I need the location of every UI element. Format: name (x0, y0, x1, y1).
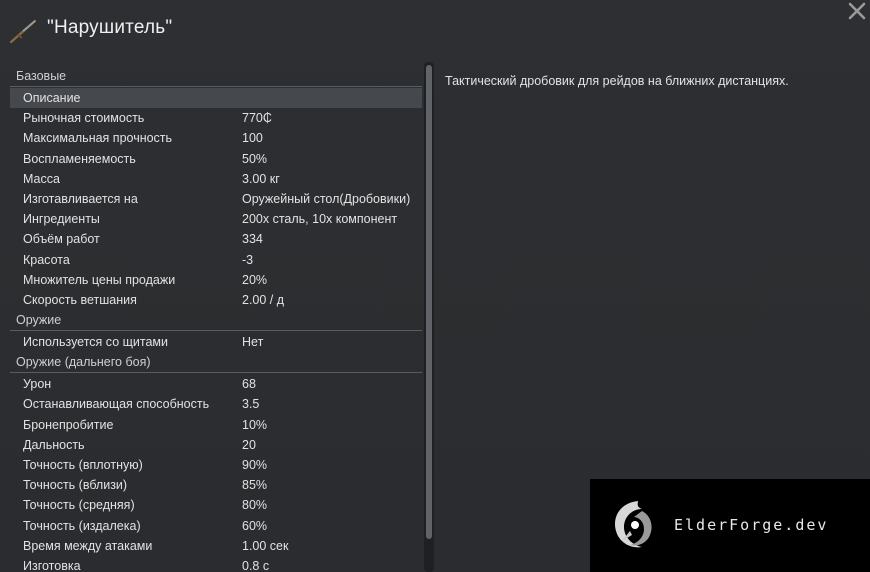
stat-value: 2.00 / д (242, 292, 285, 307)
stat-row[interactable]: Красота -3 (10, 250, 422, 270)
stat-value: 770₵ (242, 111, 272, 126)
stat-value: 85% (242, 478, 268, 493)
item-description: Тактический дробовик для рейдов на ближн… (445, 74, 789, 88)
stat-row[interactable]: Точность (издалека) 60% (10, 516, 422, 536)
dragon-logo-icon (614, 501, 652, 548)
stat-value: 20 (242, 437, 256, 452)
stat-row[interactable]: Бронепробитие 10% (10, 415, 422, 435)
stat-value: 80% (242, 498, 268, 513)
stat-row[interactable]: Максимальная прочность 100 (10, 128, 422, 148)
stat-label: Скорость ветшания (23, 292, 137, 307)
stat-label: Максимальная прочность (23, 131, 173, 146)
stat-value: 20% (242, 272, 268, 287)
stat-label: Точность (вблизи) (23, 478, 128, 493)
stat-value: 50% (242, 151, 268, 166)
stat-label: Точность (средняя) (23, 498, 135, 513)
stat-row-description[interactable]: Описание (10, 88, 422, 109)
stat-label: Изготовка (23, 558, 81, 572)
window-header: "Нарушитель" (0, 0, 870, 60)
stat-row[interactable]: Время между атаками 1.00 сек (10, 536, 422, 556)
stat-row[interactable]: Множитель цены продажи 20% (10, 270, 422, 290)
stat-row[interactable]: Ингредиенты 200x сталь, 10x компонент (10, 209, 422, 229)
stat-label: Останавливающая способность (23, 397, 210, 412)
stat-row[interactable]: Воспламеняемость 50% (10, 149, 422, 169)
stat-value: 200x сталь, 10x компонент (242, 212, 398, 227)
stat-row[interactable]: Объём работ 334 (10, 229, 422, 249)
stat-value: 0.8 с (242, 558, 270, 572)
stat-label: Рыночная стоимость (23, 111, 145, 126)
stat-value: Нет (242, 335, 264, 350)
stat-label: Воспламеняемость (23, 151, 136, 166)
stat-row[interactable]: Останавливающая способность 3.5 (10, 394, 422, 414)
stat-value: 10% (242, 417, 268, 432)
stat-value: 68 (242, 377, 256, 392)
stat-label: Множитель цены продажи (23, 272, 176, 287)
item-title: "Нарушитель" (47, 17, 173, 38)
stat-row[interactable]: Урон 68 (10, 374, 422, 394)
stat-label: Используется со щитами (23, 335, 168, 350)
close-icon[interactable] (846, 0, 868, 22)
stat-row[interactable]: Рыночная стоимость 770₵ (10, 108, 422, 128)
stat-label: Описание (23, 91, 81, 105)
category-header: Оружие (дальнего боя) (10, 352, 422, 374)
watermark-text: ElderForge.dev (674, 516, 829, 534)
stat-row[interactable]: Скорость ветшания 2.00 / д (10, 290, 422, 310)
category-header: Базовые (10, 66, 422, 87)
stat-value: Оружейный стол(Дробовики) (242, 191, 411, 206)
category-header: Оружие (10, 310, 422, 332)
stat-label: Время между атаками (23, 538, 153, 553)
stat-value: 100 (242, 131, 263, 146)
watermark: ElderForge.dev (590, 479, 870, 572)
stat-label: Изготавливается на (23, 191, 138, 206)
stat-label: Точность (вплотную) (23, 458, 143, 472)
stat-label: Точность (издалека) (23, 518, 141, 533)
stat-value: 1.00 сек (242, 538, 289, 553)
stat-value: 3.5 (242, 397, 260, 412)
stat-value: 334 (242, 232, 263, 247)
scrollbar-thumb[interactable] (426, 65, 432, 539)
stat-row[interactable]: Масса 3.00 кг (10, 169, 422, 189)
stat-label: Объём работ (23, 232, 100, 247)
stat-row[interactable]: Точность (вплотную) 90% (10, 455, 422, 475)
stat-row[interactable]: Дальность 20 (10, 435, 422, 455)
stat-row[interactable]: Точность (вблизи) 85% (10, 475, 422, 495)
stat-value: 60% (242, 518, 268, 533)
stat-label: Урон (23, 377, 52, 392)
stat-value: -3 (242, 252, 254, 267)
stat-label: Масса (23, 171, 60, 186)
stat-label: Красота (23, 252, 70, 267)
stat-row[interactable]: Изготовка 0.8 с (10, 556, 422, 572)
stat-row[interactable]: Точность (средняя) 80% (10, 495, 422, 515)
stat-label: Ингредиенты (23, 212, 100, 227)
stat-row[interactable]: Изготавливается на Оружейный стол(Дробови… (10, 189, 422, 209)
stat-value: 3.00 кг (242, 171, 280, 186)
stat-label: Бронепробитие (23, 417, 114, 432)
stat-row[interactable]: Используется со щитами Нет (10, 332, 422, 352)
stat-value: 90% (242, 458, 268, 472)
stats-list: Базовые Описание Рыночная стоимость 770₵ … (10, 66, 422, 572)
item-info-window: "Нарушитель" Базовые Описание Рыночная с… (0, 0, 870, 572)
shotgun-icon (9, 19, 37, 44)
stat-label: Дальность (23, 437, 85, 452)
stats-scrollbar[interactable] (424, 62, 434, 572)
